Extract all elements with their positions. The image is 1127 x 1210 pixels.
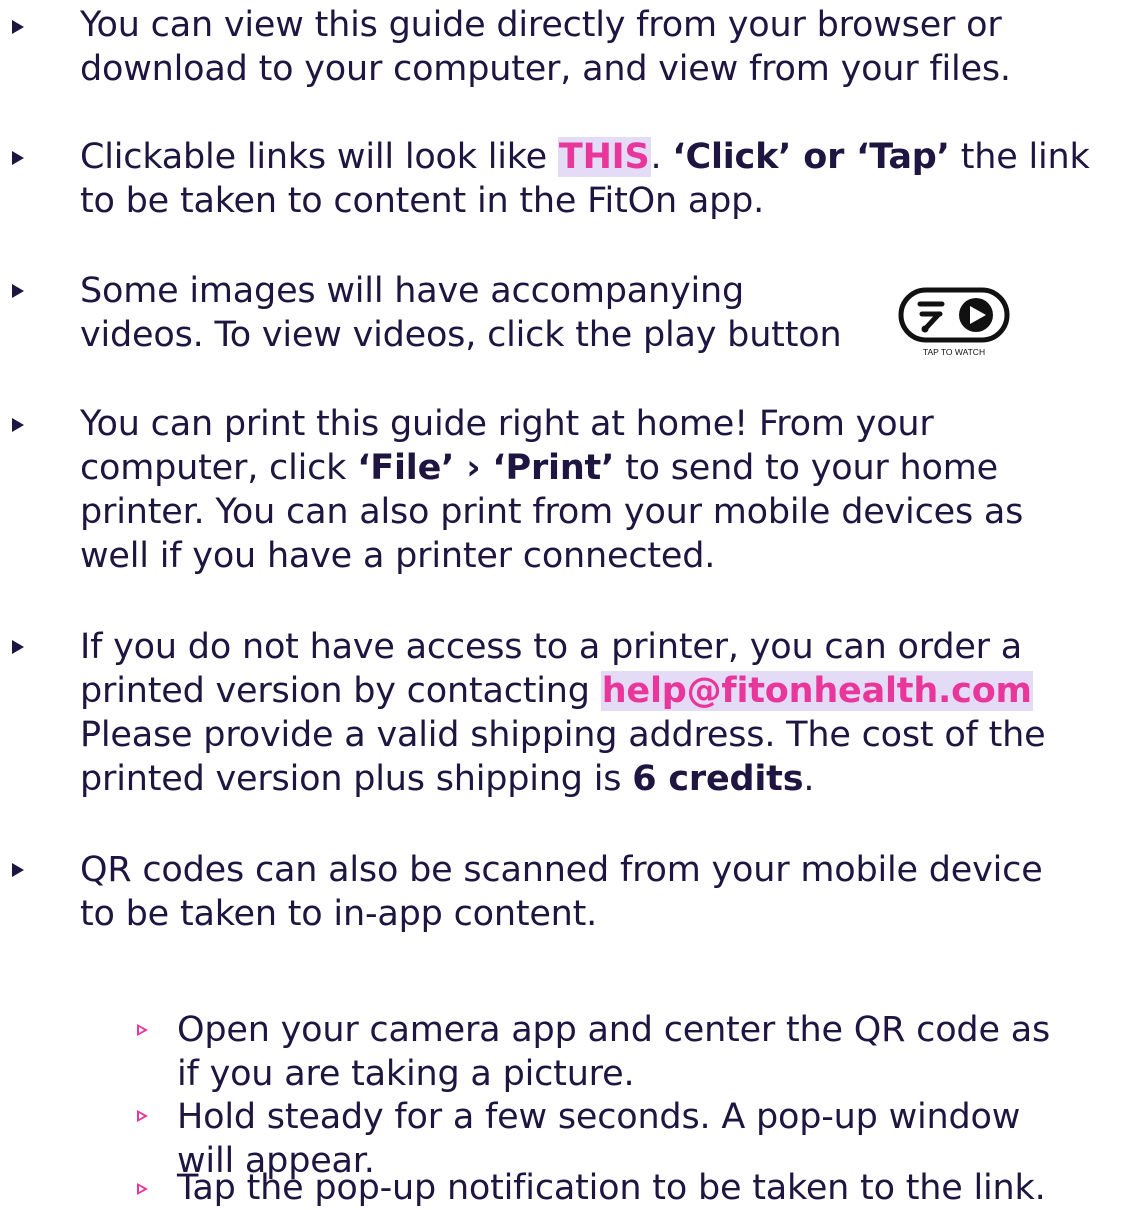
text-line: to be taken to content in the FitOn app. xyxy=(80,181,765,221)
bold-text: ‘Click’ or ‘Tap’ xyxy=(672,137,950,177)
text-fragment: . xyxy=(803,759,815,799)
text-line: Clickable links will look like THIS. ‘Cl… xyxy=(80,135,1125,179)
sub-bullet-marker-icon xyxy=(137,1024,148,1036)
text-fragment: computer, click xyxy=(80,448,358,488)
text-fragment: printed version plus shipping is xyxy=(80,759,633,799)
badge-label: TAP TO WATCH xyxy=(923,347,985,357)
text-line: computer, click ‘File’ › ‘Print’ to send… xyxy=(80,446,1125,490)
text-line: Tap the pop-up notification to be taken … xyxy=(177,1168,1046,1208)
bullet-marker-icon xyxy=(12,284,24,298)
bullet-text: Clickable links will look like THIS. ‘Cl… xyxy=(80,135,1125,223)
text-line: QR codes can also be scanned from your m… xyxy=(80,850,1043,890)
play-icon xyxy=(959,298,993,332)
bullet-text: QR codes can also be scanned from your m… xyxy=(80,848,1125,936)
text-line: If you do not have access to a printer, … xyxy=(80,627,1023,667)
text-line: printer. You can also print from your mo… xyxy=(80,492,1024,532)
text-line: if you are taking a picture. xyxy=(177,1054,635,1094)
text-line: You can view this guide directly from yo… xyxy=(80,5,1002,45)
text-fragment: Clickable links will look like xyxy=(80,137,558,177)
instructions-page: You can view this guide directly from yo… xyxy=(0,0,1127,1208)
bold-text: ‘File’ › ‘Print’ xyxy=(357,448,615,488)
sub-bullet-text: Tap the pop-up notification to be taken … xyxy=(177,1166,1125,1210)
text-line: to be taken to in-app content. xyxy=(80,894,598,934)
bullet-marker-icon xyxy=(12,20,24,34)
bold-text: 6 credits xyxy=(632,759,804,799)
text-line: download to your computer, and view from… xyxy=(80,49,1011,89)
email-link[interactable]: help@fitonhealth.com xyxy=(600,671,1033,711)
text-line: Please provide a valid shipping address.… xyxy=(80,715,1046,755)
bullet-marker-icon xyxy=(12,151,24,165)
bullet-marker-icon xyxy=(12,640,24,654)
bullet-text: You can view this guide directly from yo… xyxy=(80,3,1125,91)
text-fragment: printed version by contacting xyxy=(80,671,601,711)
text-line: Open your camera app and center the QR c… xyxy=(177,1010,1050,1050)
text-line: printed version plus shipping is 6 credi… xyxy=(80,757,1125,801)
text-line: well if you have a printer connected. xyxy=(80,536,716,576)
text-fragment: to send to your home xyxy=(614,448,998,488)
tap-to-watch-play-icon[interactable]: TAP TO WATCH xyxy=(898,287,1010,359)
text-line: printed version by contacting help@fiton… xyxy=(80,669,1125,713)
text-fragment: . xyxy=(650,137,673,177)
bullet-marker-icon xyxy=(12,418,24,432)
example-link[interactable]: THIS xyxy=(557,137,651,177)
bullet-text: You can print this guide right at home! … xyxy=(80,402,1125,578)
text-line: Hold steady for a few seconds. A pop-up … xyxy=(177,1097,1021,1137)
text-fragment: the link xyxy=(949,137,1090,177)
bullet-marker-icon xyxy=(12,863,24,877)
sub-bullet-marker-icon xyxy=(137,1183,148,1195)
bullet-text: If you do not have access to a printer, … xyxy=(80,625,1125,801)
sub-bullet-text: Open your camera app and center the QR c… xyxy=(177,1008,1125,1096)
text-line: You can print this guide right at home! … xyxy=(80,404,934,444)
sub-bullet-marker-icon xyxy=(137,1110,148,1122)
